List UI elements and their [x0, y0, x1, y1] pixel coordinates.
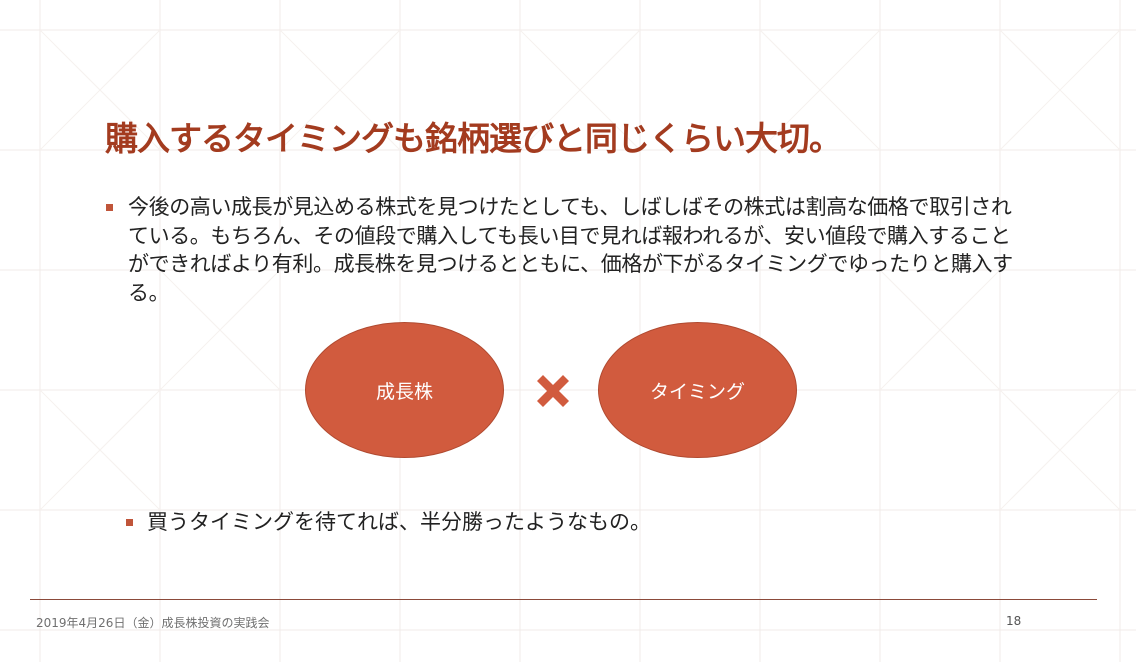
timing-label: タイミング — [649, 380, 745, 403]
bullet-square-icon — [126, 519, 133, 526]
page-number: 18 — [1006, 614, 1022, 628]
bullet-sub-text: 買うタイミングを待てれば、半分勝ったようなもの。 — [147, 510, 651, 534]
growth-stock-ellipse: 成長株 — [305, 322, 504, 458]
background-pattern — [0, 0, 1136, 662]
timing-ellipse: タイミング — [598, 322, 797, 458]
bullet-item-sub: 買うタイミングを待てれば、半分勝ったようなもの。 — [126, 508, 926, 536]
bullet-item-main: 今後の高い成長が見込める株式を見つけたとしても、しばしばその株式は割高な価格で取… — [106, 193, 1026, 307]
slide-title: 購入するタイミングも銘柄選びと同じくらい大切。 — [105, 119, 842, 158]
footer-divider — [30, 599, 1097, 600]
times-icon — [537, 375, 569, 407]
bullet-square-icon — [106, 204, 113, 211]
footer-text: 2019年4月26日（金）成長株投資の実践会 — [36, 616, 270, 630]
bullet-main-text: 今後の高い成長が見込める株式を見つけたとしても、しばしばその株式は割高な価格で取… — [128, 195, 1013, 305]
growth-stock-label: 成長株 — [375, 380, 433, 403]
